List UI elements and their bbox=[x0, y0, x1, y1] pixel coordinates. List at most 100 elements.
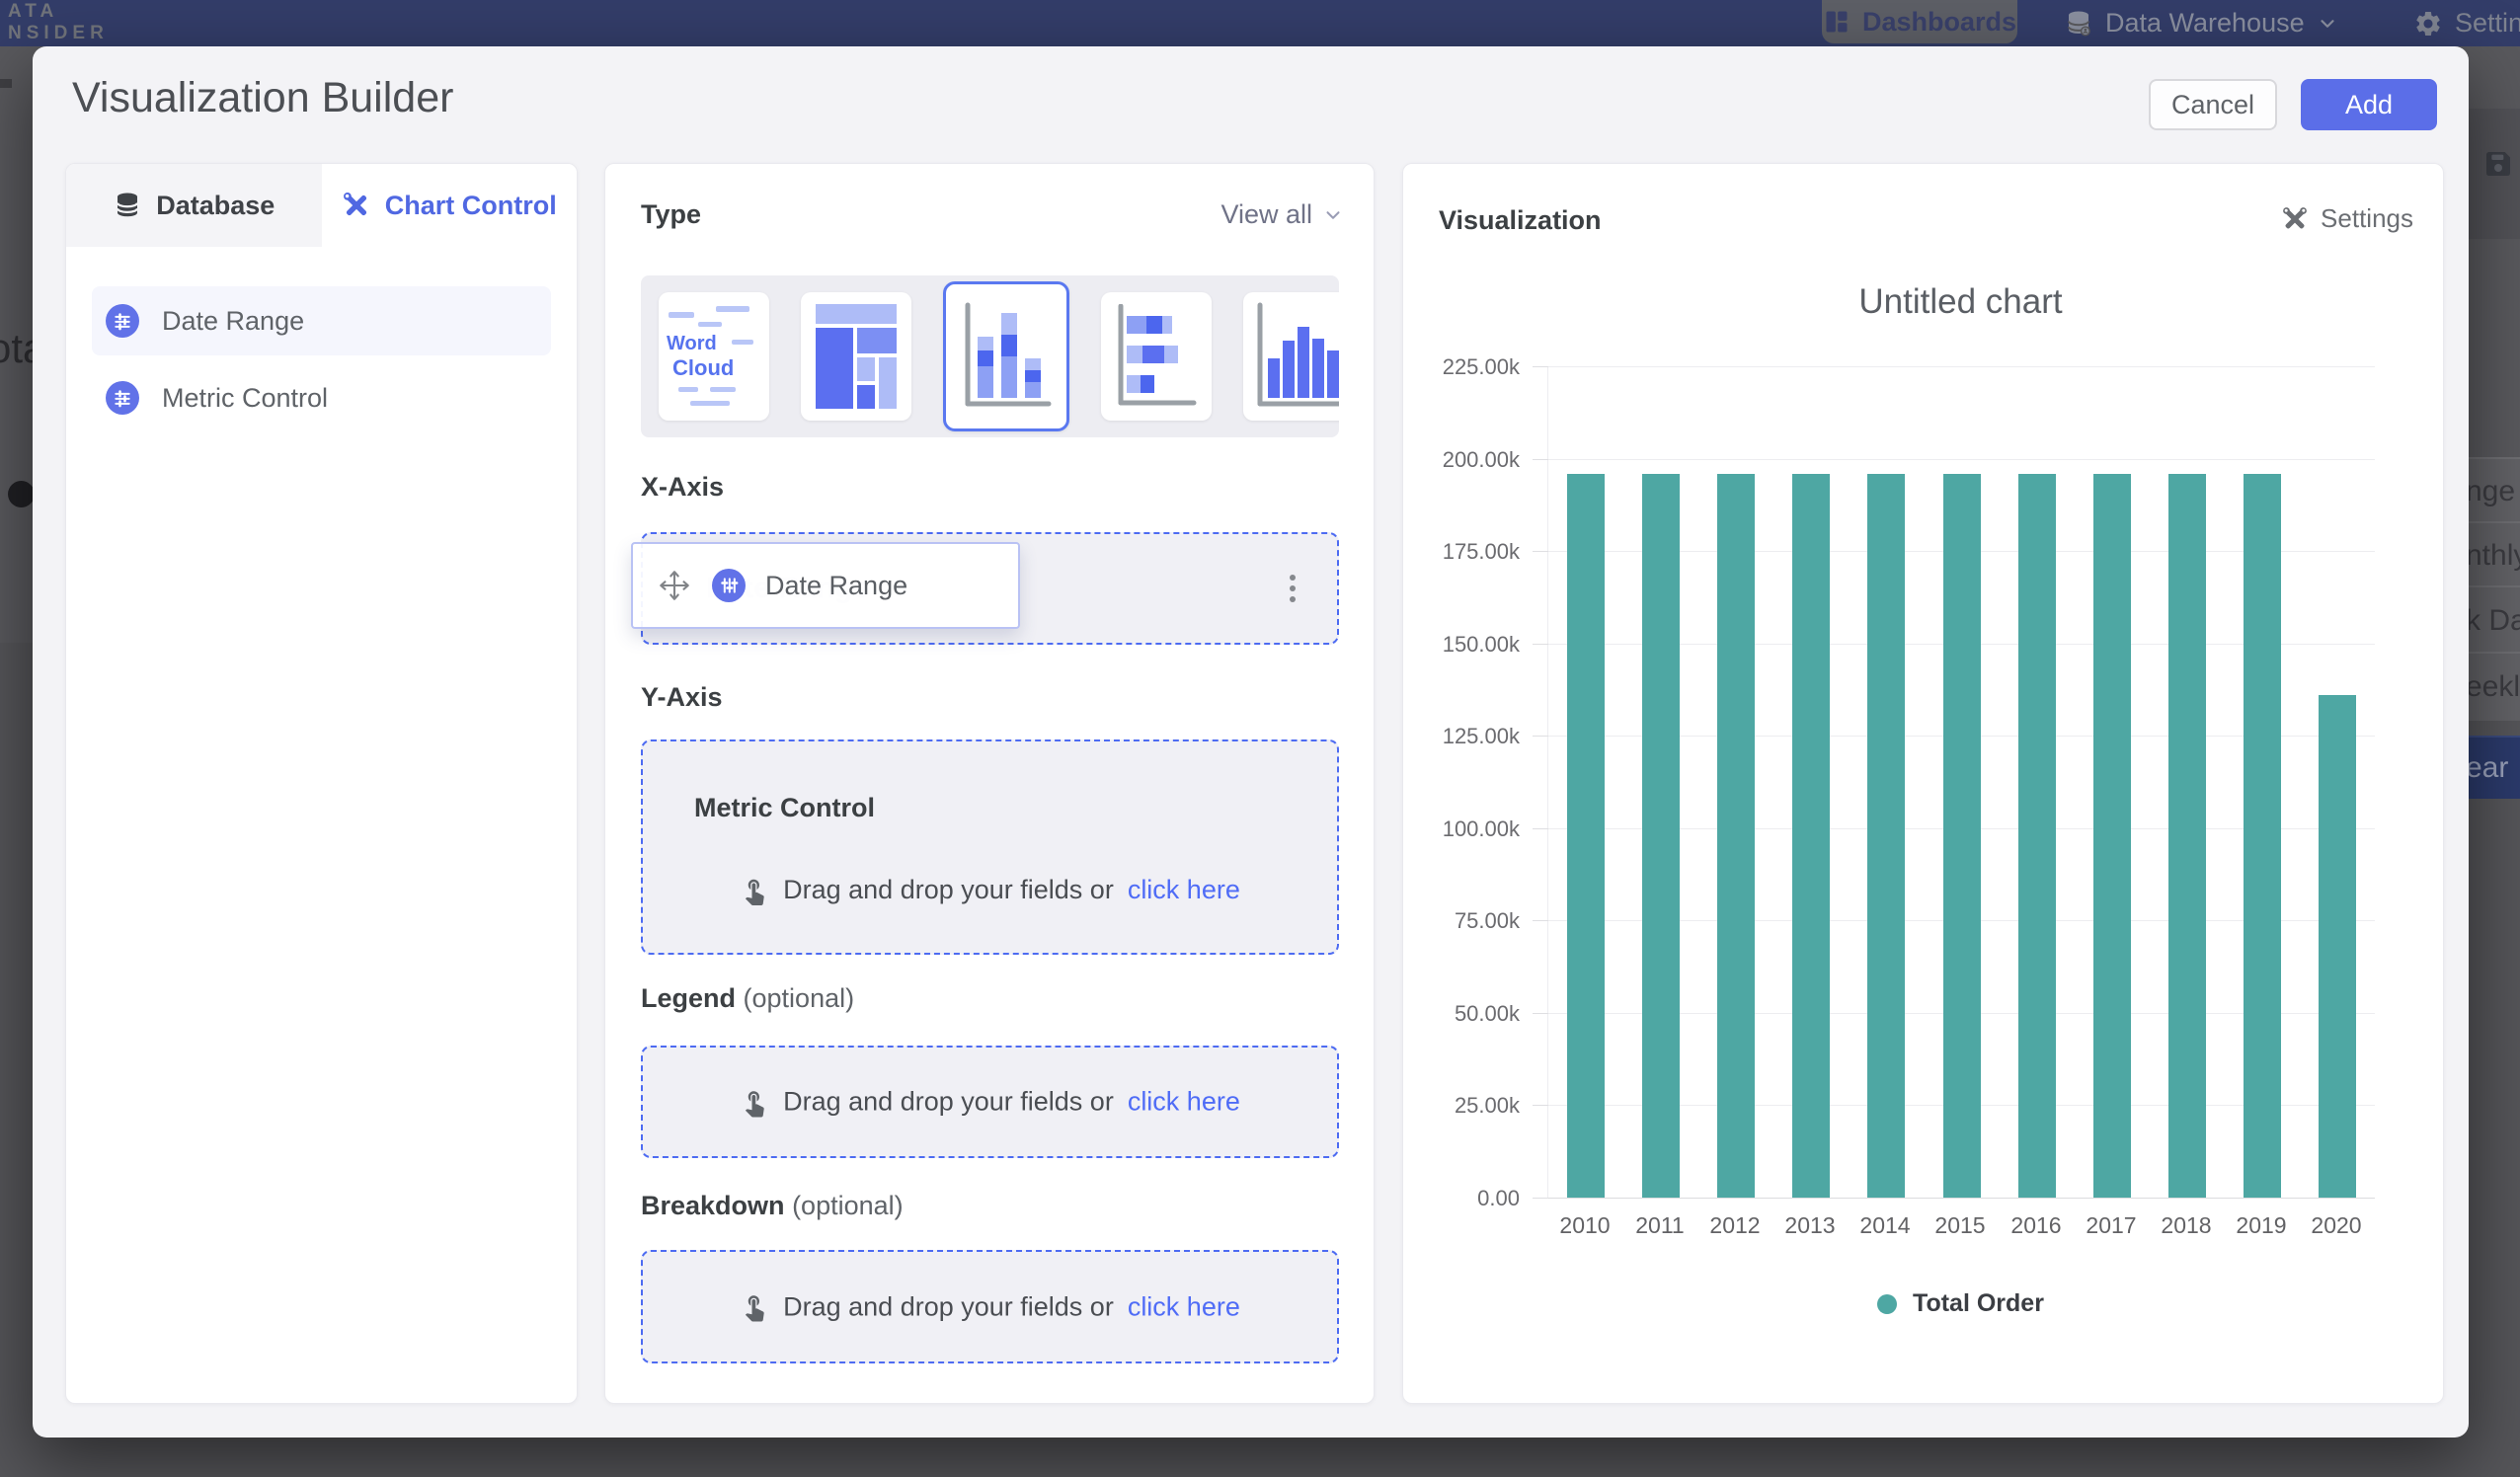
bar-2012[interactable] bbox=[1717, 474, 1755, 1198]
y-axis-tick bbox=[1533, 366, 1548, 367]
type-card-stacked-column[interactable] bbox=[943, 281, 1069, 431]
nav-settings-label: Settings bbox=[2455, 8, 2520, 39]
add-button[interactable]: Add bbox=[2301, 79, 2437, 130]
tune-icon bbox=[712, 569, 746, 602]
type-card-stacked-bar-horizontal[interactable] bbox=[1101, 292, 1212, 421]
drop-hint: Drag and drop your fields or click here bbox=[643, 1087, 1337, 1118]
background-dropdown-row: ear bbox=[2463, 736, 2520, 799]
tab-chart-control[interactable]: Chart Control bbox=[322, 164, 578, 247]
click-here-link[interactable]: click here bbox=[1128, 1087, 1240, 1118]
click-here-link[interactable]: click here bbox=[1128, 875, 1240, 905]
dragged-field-chip[interactable]: Date Range bbox=[631, 542, 1020, 629]
x-axis-tick-label: 2017 bbox=[2074, 1212, 2149, 1239]
click-here-link[interactable]: click here bbox=[1128, 1291, 1240, 1322]
x-axis-tick-label: 2015 bbox=[1923, 1212, 1998, 1239]
breakdown-optional-text: (optional) bbox=[792, 1191, 904, 1220]
background-bullet-dot bbox=[8, 481, 35, 507]
tab-database-label: Database bbox=[156, 191, 275, 221]
nav-item-settings: Settings bbox=[2413, 0, 2520, 46]
bar-2010[interactable] bbox=[1567, 474, 1605, 1198]
tools-icon bbox=[342, 191, 371, 220]
chevron-down-icon bbox=[2317, 13, 2338, 35]
y-axis-tick bbox=[1533, 1105, 1548, 1106]
x-axis-tick-label: 2014 bbox=[1848, 1212, 1923, 1239]
logo-line-1: ATA bbox=[8, 1, 109, 23]
breakdown-section-label: Breakdown (optional) bbox=[641, 1191, 904, 1221]
y-axis-tick-label: 225.00k bbox=[1443, 354, 1520, 380]
bar-2015[interactable] bbox=[1943, 474, 1981, 1198]
bar-2019[interactable] bbox=[2244, 474, 2281, 1198]
y-axis-tick-label: 200.00k bbox=[1443, 447, 1520, 473]
logo-line-2: NSIDER bbox=[8, 23, 109, 44]
legend-section-label: Legend (optional) bbox=[641, 983, 854, 1014]
bar-2014[interactable] bbox=[1867, 474, 1905, 1198]
type-card-column[interactable] bbox=[1243, 292, 1339, 421]
drop-hint-text: Drag and drop your fields or bbox=[783, 1291, 1114, 1322]
chart-title: Untitled chart bbox=[1547, 282, 2374, 322]
chart-x-axis-labels: 2010201120122013201420152016201720182019… bbox=[1547, 1212, 2374, 1242]
background-dropdown-row: nthly bbox=[2463, 521, 2520, 587]
y-axis-tick bbox=[1533, 551, 1548, 552]
nav-item-data-warehouse: Data Warehouse bbox=[2064, 0, 2338, 46]
move-icon bbox=[657, 568, 692, 603]
drag-chip-label: Date Range bbox=[765, 571, 907, 601]
y-axis-tick bbox=[1533, 828, 1548, 829]
cancel-button[interactable]: Cancel bbox=[2149, 79, 2277, 130]
kebab-menu-icon[interactable] bbox=[1290, 575, 1296, 602]
legend-optional-text: (optional) bbox=[744, 983, 855, 1013]
y-axis-tick bbox=[1533, 459, 1548, 460]
type-card-word-cloud[interactable]: Word Cloud bbox=[659, 292, 769, 421]
bar-2018[interactable] bbox=[2168, 474, 2206, 1198]
dashboard-icon bbox=[1823, 8, 1851, 36]
field-date-range-label: Date Range bbox=[162, 306, 304, 337]
bar-2017[interactable] bbox=[2093, 474, 2131, 1198]
legend-series-dot bbox=[1877, 1294, 1897, 1314]
bar-2011[interactable] bbox=[1642, 474, 1680, 1198]
view-all-dropdown[interactable]: View all bbox=[1221, 199, 1344, 230]
bar-2020[interactable] bbox=[2319, 695, 2356, 1198]
x-axis-section-label: X-Axis bbox=[641, 472, 724, 503]
chart-y-axis-labels: 225.00k200.00k175.00k150.00k125.00k100.0… bbox=[1403, 366, 1520, 1198]
settings-tools-icon bbox=[2281, 205, 2309, 233]
visualization-builder-modal: Visualization Builder Cancel Add Databas… bbox=[33, 46, 2469, 1438]
dimmed-fragment bbox=[0, 79, 12, 88]
touch-icon bbox=[740, 1087, 769, 1117]
chart-plot bbox=[1547, 366, 2375, 1199]
view-all-label: View all bbox=[1221, 199, 1312, 230]
touch-icon bbox=[740, 876, 769, 905]
y-axis-tick-label: 125.00k bbox=[1443, 724, 1520, 749]
database-warehouse-icon bbox=[2064, 9, 2093, 39]
top-nav: ATA NSIDER Dashboards Data Warehouse Set… bbox=[0, 0, 2520, 46]
tab-chart-control-label: Chart Control bbox=[385, 191, 557, 221]
y-axis-tick-label: 50.00k bbox=[1455, 1001, 1520, 1027]
x-axis-tick-label: 2011 bbox=[1622, 1212, 1697, 1239]
background-dropdown-row: eekly bbox=[2463, 652, 2520, 721]
type-card-treemap[interactable] bbox=[801, 292, 911, 421]
field-item-date-range[interactable]: Date Range bbox=[92, 286, 551, 355]
breakdown-dropzone[interactable]: Drag and drop your fields or click here bbox=[641, 1250, 1339, 1363]
nav-dashboards-label: Dashboards bbox=[1862, 7, 2016, 38]
legend-dropzone[interactable]: Drag and drop your fields or click here bbox=[641, 1046, 1339, 1158]
drop-hint-text: Drag and drop your fields or bbox=[783, 875, 1114, 905]
x-axis-tick-label: 2010 bbox=[1547, 1212, 1622, 1239]
y-axis-section-label: Y-Axis bbox=[641, 682, 723, 713]
bar-2016[interactable] bbox=[2018, 474, 2056, 1198]
breakdown-label-text: Breakdown bbox=[641, 1191, 785, 1220]
y-axis-dropzone[interactable]: Metric Control Drag and drop your fields… bbox=[641, 739, 1339, 955]
y-axis-tick-label: 25.00k bbox=[1455, 1093, 1520, 1119]
chart-legend[interactable]: Total Order bbox=[1547, 1289, 2374, 1318]
nav-tab-dashboards: Dashboards bbox=[1822, 0, 2017, 43]
tab-database[interactable]: Database bbox=[66, 164, 322, 247]
legend-series-label: Total Order bbox=[1913, 1289, 2044, 1318]
visualization-panel: Visualization Settings Untitled chart 22… bbox=[1402, 163, 2444, 1404]
chart-settings-button[interactable]: Settings bbox=[2281, 203, 2413, 234]
x-axis-tick-label: 2018 bbox=[2149, 1212, 2224, 1239]
chart-control-field-list: Date Range Metric Control bbox=[66, 286, 577, 432]
x-axis-tick-label: 2016 bbox=[1999, 1212, 2074, 1239]
y-axis-tick-label: 150.00k bbox=[1443, 632, 1520, 658]
control-panel-tabs: Database Chart Control bbox=[66, 164, 577, 247]
x-axis-tick-label: 2019 bbox=[2224, 1212, 2299, 1239]
x-axis-tick-label: 2013 bbox=[1772, 1212, 1848, 1239]
field-item-metric-control[interactable]: Metric Control bbox=[92, 363, 551, 432]
bar-2013[interactable] bbox=[1792, 474, 1830, 1198]
